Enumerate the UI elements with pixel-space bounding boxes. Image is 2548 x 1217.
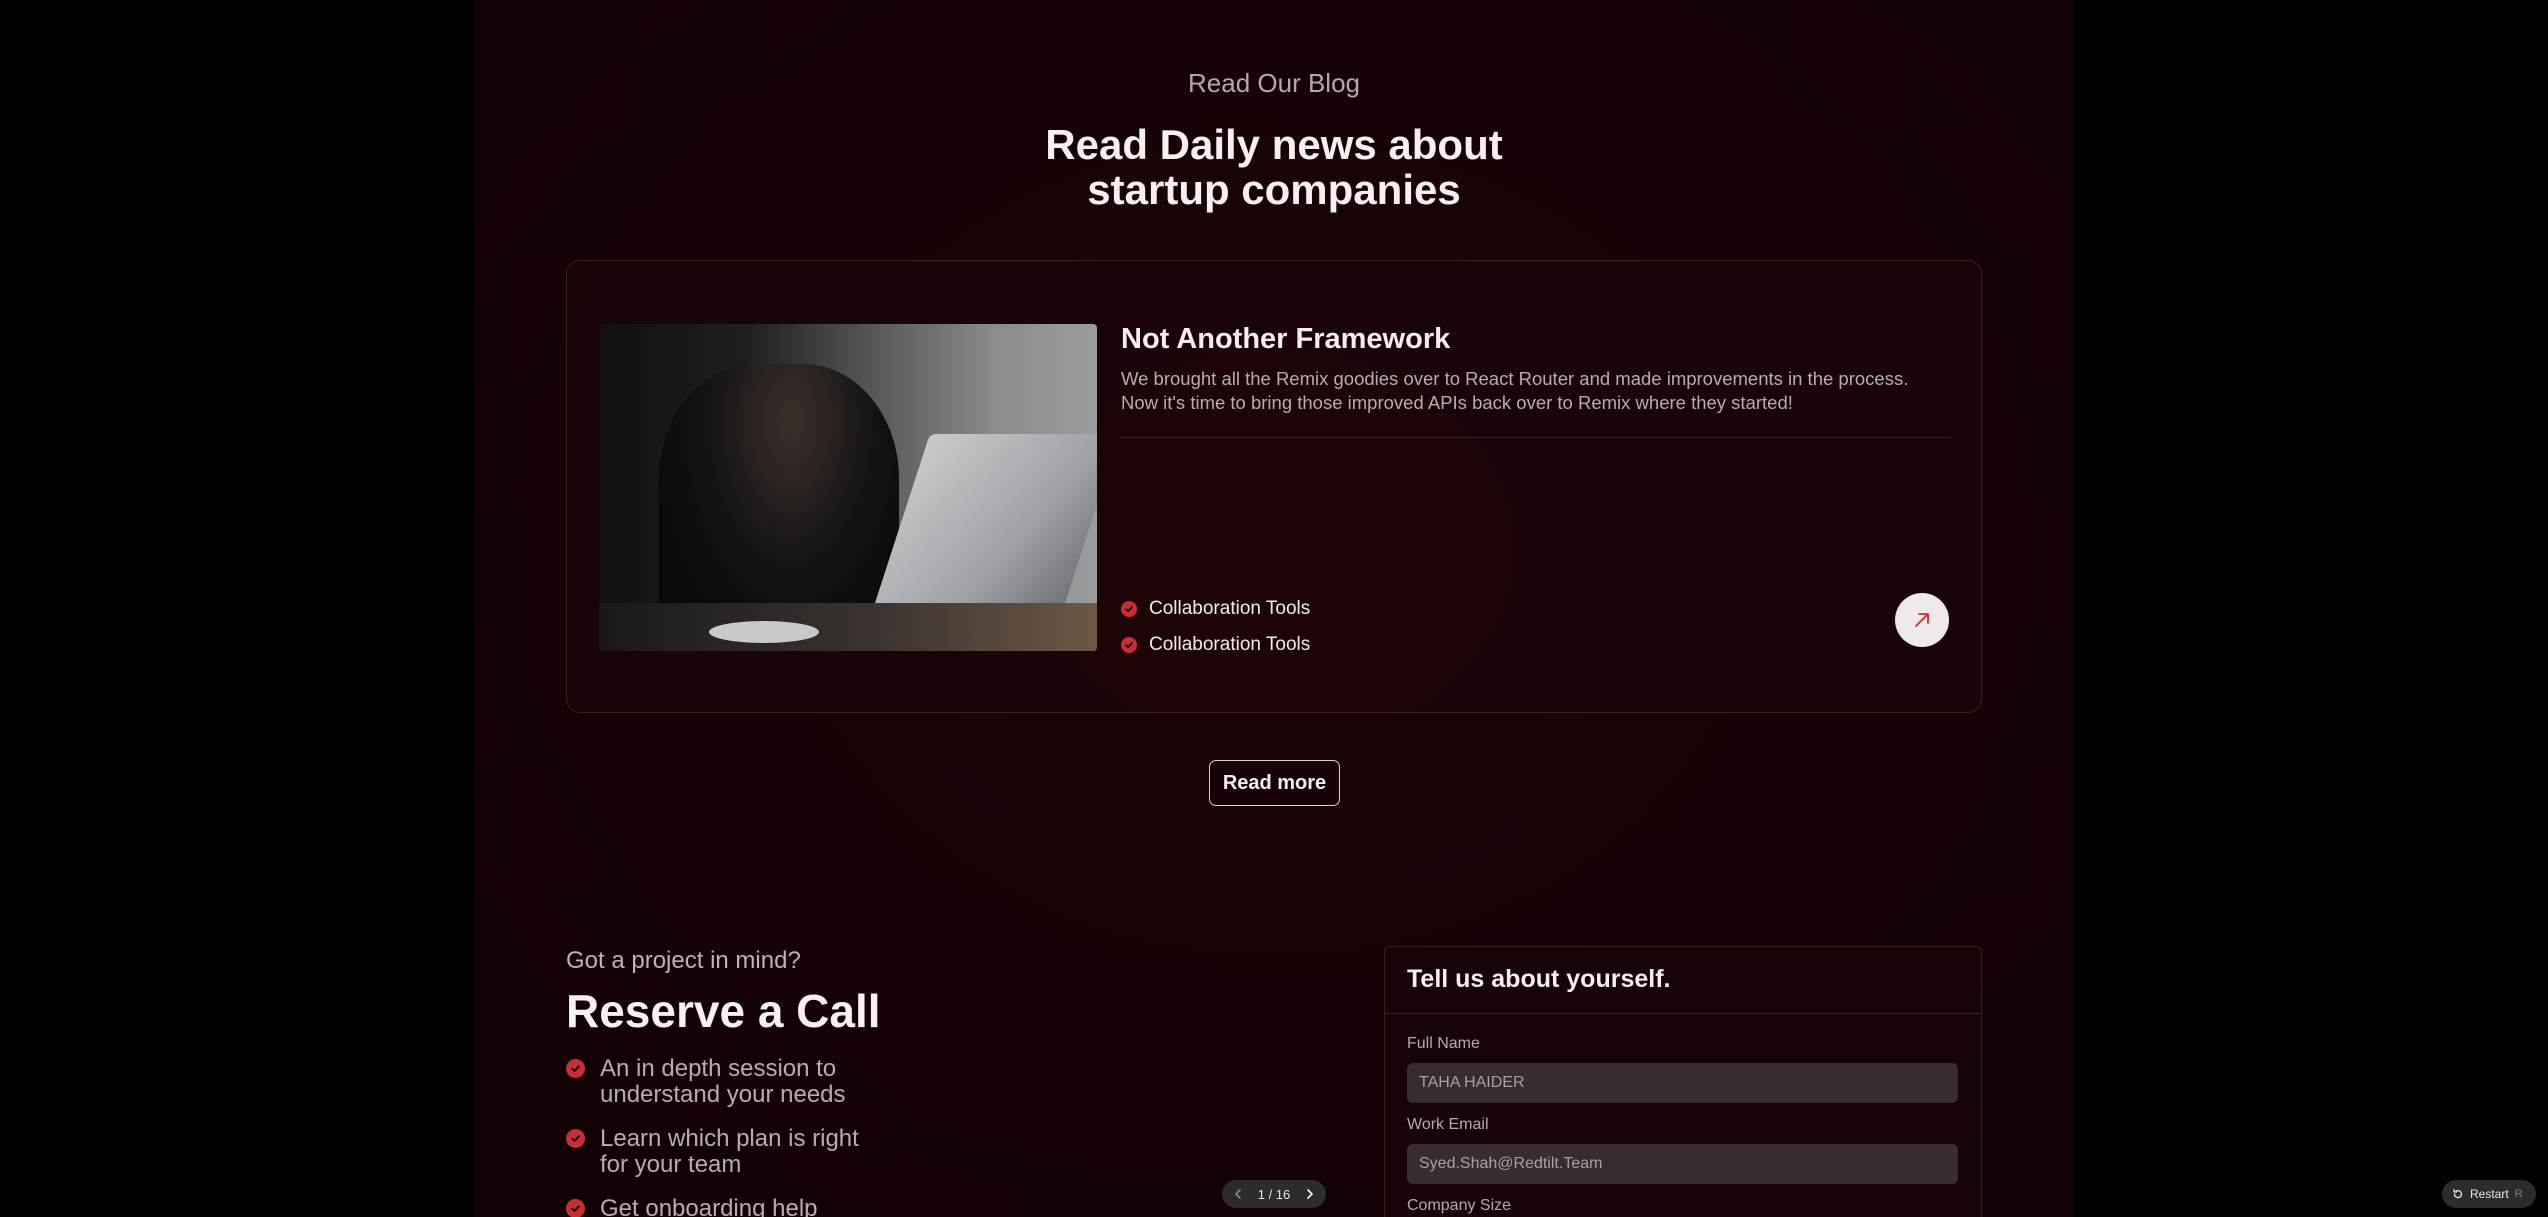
card-divider: [1121, 437, 1951, 438]
check-icon: [566, 1129, 585, 1148]
blog-headline: Read Daily news about startup companies: [474, 122, 2074, 212]
list-item: An in depth session to understand your n…: [566, 1056, 890, 1108]
arrow-up-right-icon: [1915, 613, 1929, 627]
feature-item: Collaboration Tools: [1121, 591, 1310, 627]
list-item-text: Learn which plan is right for your team: [600, 1125, 859, 1178]
cta-benefit-list: An in depth session to understand your n…: [566, 1056, 890, 1217]
blog-card-title: Not Another Framework: [1121, 323, 1451, 355]
blog-headline-line2: startup companies: [1087, 166, 1461, 213]
restart-button[interactable]: Restart R: [2442, 1180, 2536, 1208]
slide-pager: 1 / 16: [1222, 1180, 1326, 1208]
blog-card: Not Another Framework We brought all the…: [566, 260, 1982, 713]
check-icon: [566, 1059, 585, 1078]
list-item-text: Get onboarding help: [600, 1195, 818, 1217]
cta-title: Reserve a Call: [566, 985, 881, 1037]
list-item: Get onboarding help: [566, 1196, 890, 1217]
list-item: Learn which plan is right for your team: [566, 1126, 890, 1178]
blog-card-description-line1: We brought all the Remix goodies over to…: [1121, 368, 1909, 389]
blog-card-description: We brought all the Remix goodies over to…: [1121, 367, 1951, 415]
cta-eyebrow: Got a project in mind?: [566, 947, 801, 974]
check-icon: [1121, 601, 1137, 617]
feature-label: Collaboration Tools: [1149, 598, 1311, 619]
check-icon: [1121, 637, 1137, 653]
work-email-input[interactable]: [1407, 1144, 1958, 1184]
chevron-left-icon: [1235, 1189, 1241, 1199]
page-canvas: Read Our Blog Read Daily news about star…: [474, 0, 2074, 1217]
restart-shortcut: R: [2514, 1188, 2523, 1200]
company-size-label: Company Size: [1407, 1197, 1512, 1214]
feature-label: Collaboration Tools: [1149, 634, 1311, 655]
previous-slide-button[interactable]: [1230, 1186, 1246, 1202]
blog-headline-line1: Read Daily news about: [1045, 121, 1503, 168]
open-article-button[interactable]: [1895, 593, 1949, 647]
blog-eyebrow: Read Our Blog: [1188, 68, 1360, 98]
contact-form: Tell us about yourself. Full Name Work E…: [1384, 946, 1982, 1217]
feature-list: Collaboration Tools Collaboration Tools: [1121, 591, 1310, 663]
full-name-input[interactable]: [1407, 1063, 1958, 1103]
read-more-button[interactable]: Read more: [1209, 760, 1340, 806]
blog-card-image: [599, 324, 1097, 651]
chevron-right-icon: [1307, 1189, 1313, 1199]
feature-item: Collaboration Tools: [1121, 627, 1310, 663]
work-email-label: Work Email: [1407, 1116, 1489, 1133]
check-icon: [566, 1199, 585, 1217]
form-divider: [1385, 1013, 1981, 1014]
blog-card-description-line2: Now it's time to bring those improved AP…: [1121, 392, 1793, 413]
form-title: Tell us about yourself.: [1407, 965, 1671, 993]
slide-counter: 1 / 16: [1257, 1186, 1291, 1202]
list-item-text: An in depth session to understand your n…: [600, 1055, 846, 1108]
full-name-label: Full Name: [1407, 1035, 1480, 1052]
restart-label: Restart: [2470, 1187, 2509, 1201]
restart-icon: [2453, 1188, 2463, 1199]
next-slide-button[interactable]: [1302, 1186, 1318, 1202]
